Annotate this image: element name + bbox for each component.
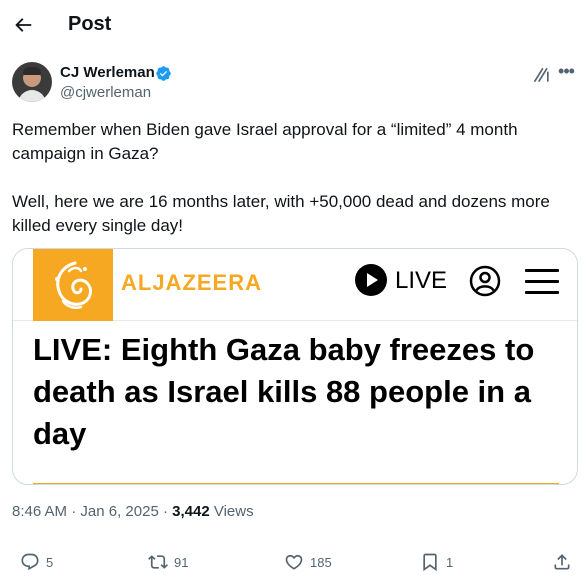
post-date[interactable]: Jan 6, 2025 bbox=[80, 503, 158, 520]
post-meta: 8:46 AM · Jan 6, 2025 · 3,442 Views bbox=[12, 503, 254, 520]
repost-icon bbox=[148, 555, 168, 569]
card-headline: LIVE: Eighth Gaza baby freezes to death … bbox=[33, 332, 535, 451]
brand-wordmark: ALJAZEERA bbox=[121, 270, 263, 295]
tweet-paragraph: Well, here we are 16 months later, with … bbox=[12, 192, 550, 235]
share-icon bbox=[554, 554, 570, 570]
author-display-name[interactable]: CJ Werleman bbox=[60, 64, 155, 81]
card-site-header: ALJAZEERA LIVE bbox=[13, 249, 577, 321]
tweet-paragraph: Remember when Biden gave Israel approval… bbox=[12, 120, 518, 163]
action-bar: 5 91 185 1 bbox=[12, 550, 575, 574]
views-label: Views bbox=[209, 503, 254, 520]
live-label: LIVE bbox=[395, 267, 448, 294]
link-card[interactable]: ALJAZEERA LIVE LIVE: Eighth Gaza baby fr… bbox=[12, 248, 578, 485]
grok-icon[interactable] bbox=[532, 65, 552, 85]
author-row: CJ Werleman @cjwerleman ••• bbox=[12, 62, 575, 106]
bookmark-icon bbox=[423, 553, 437, 572]
reply-button[interactable]: 5 bbox=[20, 550, 53, 574]
like-count: 185 bbox=[310, 554, 332, 570]
post-time[interactable]: 8:46 AM bbox=[12, 503, 67, 520]
page-title: Post bbox=[68, 13, 112, 35]
bookmark-button[interactable]: 1 bbox=[420, 550, 453, 574]
reply-icon bbox=[21, 553, 39, 571]
menu-icon bbox=[525, 269, 559, 295]
bookmark-count: 1 bbox=[446, 554, 454, 570]
repost-button[interactable]: 91 bbox=[148, 550, 188, 574]
verified-badge-icon[interactable] bbox=[155, 65, 172, 82]
like-button[interactable]: 185 bbox=[284, 550, 332, 574]
meta-separator: · bbox=[67, 503, 81, 520]
back-arrow-icon bbox=[15, 18, 32, 32]
more-icon[interactable]: ••• bbox=[556, 62, 576, 83]
back-button[interactable] bbox=[12, 14, 34, 36]
reply-count: 5 bbox=[46, 554, 54, 570]
card-accent-bar bbox=[33, 483, 559, 484]
like-icon bbox=[285, 554, 303, 570]
meta-separator: · bbox=[158, 503, 173, 520]
repost-count: 91 bbox=[174, 554, 189, 570]
tweet-text: Remember when Biden gave Israel approval… bbox=[12, 118, 575, 238]
play-icon bbox=[355, 264, 387, 296]
share-button[interactable] bbox=[552, 550, 572, 574]
avatar[interactable] bbox=[12, 62, 52, 102]
views-count: 3,442 bbox=[172, 503, 210, 520]
post-header: Post bbox=[0, 0, 587, 50]
profile-icon bbox=[469, 265, 501, 297]
aljazeera-logo bbox=[33, 249, 113, 321]
author-handle[interactable]: @cjwerleman bbox=[60, 84, 151, 101]
